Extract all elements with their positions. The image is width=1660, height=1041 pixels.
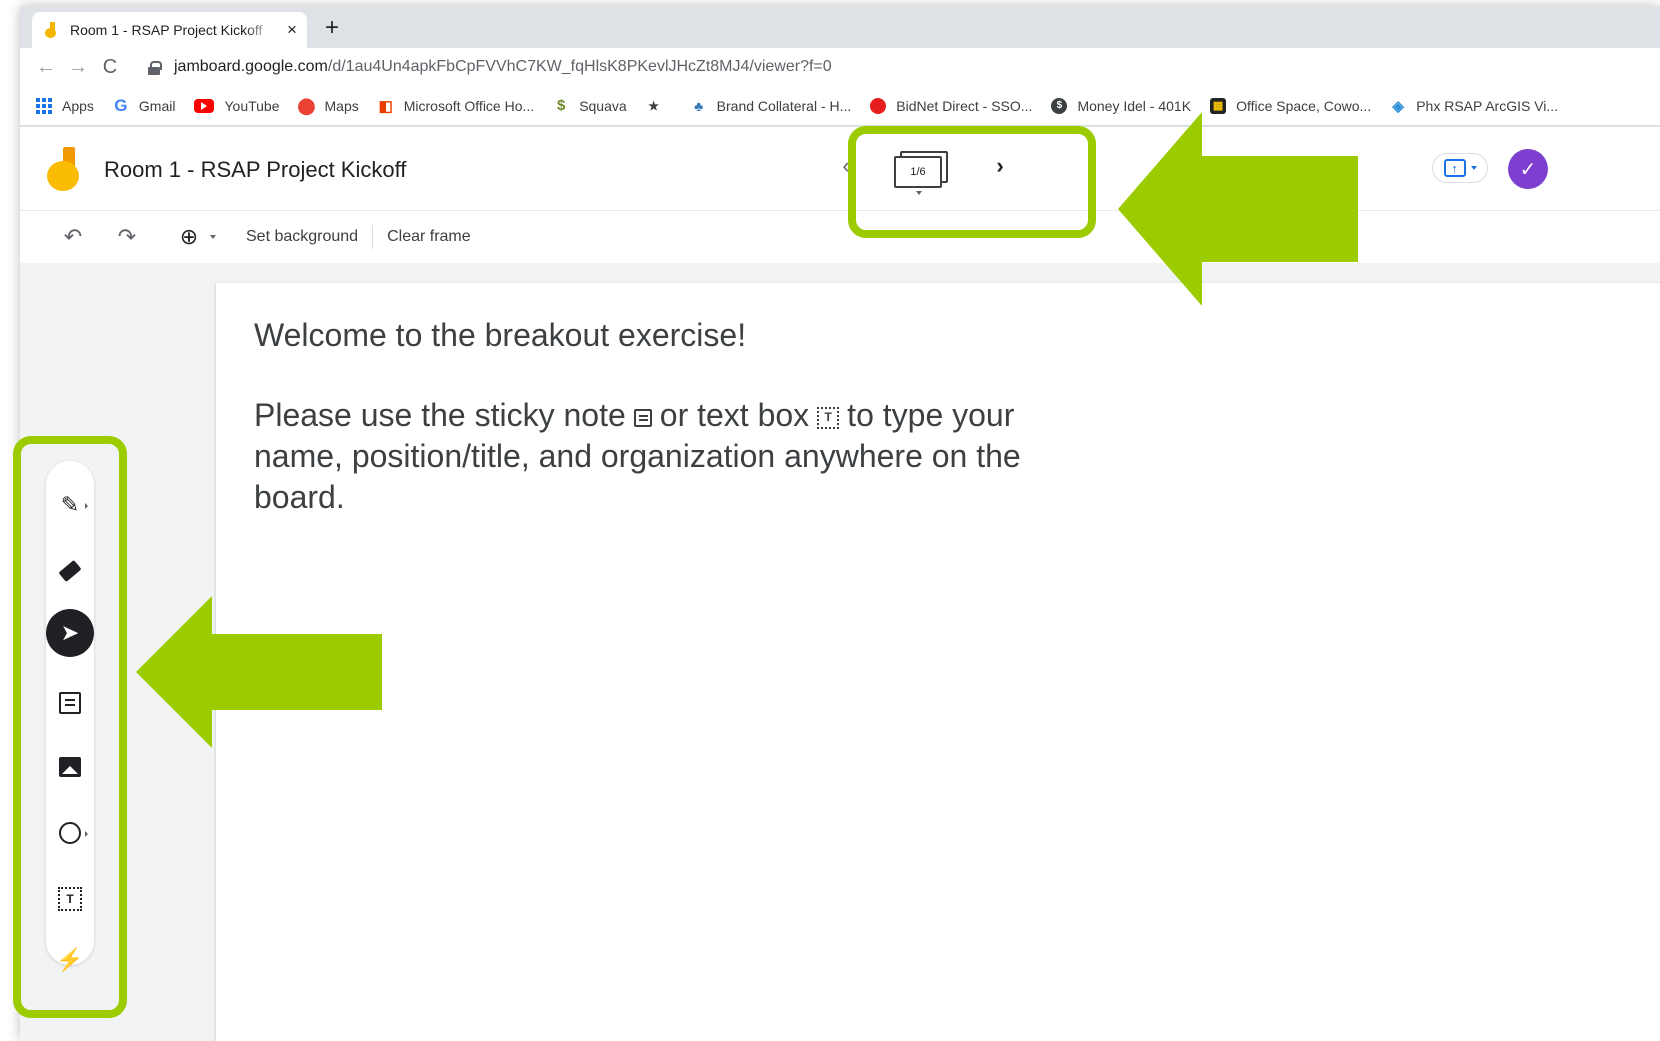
squava-icon: $ <box>557 97 566 114</box>
bookmark-bidnet[interactable]: BidNet Direct - SSO... <box>870 97 1033 114</box>
bookmark-brand-collateral[interactable]: ♣ Brand Collateral - H... <box>691 97 852 114</box>
chevron-down-icon <box>1470 166 1477 170</box>
bookmark-gmail[interactable]: G Gmail <box>113 95 176 115</box>
text-box-icon: T <box>817 406 840 429</box>
zoom-dropdown-icon[interactable] <box>210 235 216 239</box>
jam-title[interactable]: Room 1 - RSAP Project Kickoff <box>104 157 406 183</box>
address-bar[interactable]: jamboard.google.com/d/1au4Un4apkFbCpFVVh… <box>134 52 1650 82</box>
url-host: jamboard.google.com <box>174 58 328 75</box>
forward-button[interactable]: → <box>62 56 94 79</box>
bookmark-youtube[interactable]: YouTube <box>194 97 280 114</box>
office-icon: ◧ <box>378 97 393 115</box>
bookmark-label: Microsoft Office Ho... <box>403 97 535 114</box>
bookmark-label: Squava <box>579 97 627 114</box>
jamboard-header: Room 1 - RSAP Project Kickoff ‹ 1/6 › ↑ … <box>20 127 1660 211</box>
jamboard-logo-icon[interactable] <box>47 147 81 193</box>
apps-grid-icon <box>36 97 52 114</box>
upload-icon: ↑ <box>1443 159 1466 177</box>
instructions-part-1: Please use the sticky note <box>254 397 626 433</box>
jam-frame[interactable]: Welcome to the breakout exercise! Please… <box>216 283 1660 1041</box>
share-button[interactable]: ↑ <box>1432 153 1488 183</box>
undo-icon[interactable]: ↶ <box>58 224 88 250</box>
bookmarks-bar: Apps G Gmail YouTube ⬤ Maps ◧ Microsoft … <box>20 86 1660 126</box>
redo-icon[interactable]: ↷ <box>112 224 142 250</box>
screenshot: Room 1 - RSAP Project Kickoff × + ← → C … <box>0 0 1660 1041</box>
bookmark-arcgis[interactable]: ◈ Phx RSAP ArcGIS Vi... <box>1390 97 1559 115</box>
lock-icon[interactable] <box>148 60 162 75</box>
arcgis-icon: ◈ <box>1392 97 1404 115</box>
bookmark-label: Apps <box>62 97 94 114</box>
clear-frame-button[interactable]: Clear frame <box>387 228 471 246</box>
bookmark-squava[interactable]: $ Squava <box>553 97 627 114</box>
bookmark-label: YouTube <box>224 97 280 114</box>
bookmark-office[interactable]: ◧ Microsoft Office Ho... <box>378 97 535 115</box>
bookmark-label: Maps <box>324 97 359 114</box>
bookmark-star[interactable]: ★ <box>646 98 672 114</box>
arrow-left-icon <box>136 596 382 748</box>
avatar[interactable]: ✓ <box>1508 149 1548 189</box>
toolbar-divider <box>372 225 374 249</box>
url-text[interactable]: jamboard.google.com/d/1au4Un4apkFbCpFVVh… <box>174 58 832 76</box>
bookmark-label: Gmail <box>138 97 176 114</box>
bookmark-label: Brand Collateral - H... <box>716 97 852 114</box>
zoom-icon[interactable]: ⊕ <box>174 224 204 250</box>
bookmark-maps[interactable]: ⬤ Maps <box>297 97 359 115</box>
url-path: /d/1au4Un4apkFbCpFVVhC7KW_fqHlsK8PKevlJH… <box>327 58 832 75</box>
browser-tab[interactable]: Room 1 - RSAP Project Kickoff × <box>32 12 307 48</box>
bookmark-label: Phx RSAP ArcGIS Vi... <box>1416 97 1559 114</box>
browser-toolbar: ← → C jamboard.google.com/d/1au4Un4apkFb… <box>20 48 1660 86</box>
action-bar: ↶ ↷ ⊕ Set background Clear frame <box>20 211 1660 263</box>
instructions-part-2: or text box <box>659 397 810 433</box>
reload-button[interactable]: C <box>94 56 126 79</box>
money-icon: $ <box>1051 97 1068 114</box>
bidnet-icon <box>870 97 887 114</box>
google-icon: G <box>114 95 128 115</box>
tool-rail-highlight-box <box>13 436 127 1018</box>
close-tab-icon[interactable]: × <box>283 20 301 40</box>
arrow-left-icon <box>1118 112 1358 306</box>
tab-strip: Room 1 - RSAP Project Kickoff × + <box>20 6 1660 48</box>
bookmark-apps[interactable]: Apps <box>36 97 94 114</box>
back-button[interactable]: ← <box>30 56 62 79</box>
sticky-note-icon <box>633 408 652 427</box>
instructions-text: Please use the sticky note or text box Tto… <box>254 395 1094 518</box>
jamboard-favicon-icon <box>44 22 60 38</box>
bookmark-star-icon: ★ <box>648 98 660 113</box>
welcome-text: Welcome to the breakout exercise! <box>254 317 747 353</box>
bookmark-label: BidNet Direct - SSO... <box>896 97 1033 114</box>
frame-nav-highlight-box <box>848 126 1096 238</box>
youtube-icon <box>194 98 215 113</box>
new-tab-button[interactable]: + <box>325 16 339 40</box>
maps-pin-icon: ⬤ <box>297 97 316 115</box>
brand-icon: ♣ <box>694 97 704 114</box>
tab-title: Room 1 - RSAP Project Kickoff <box>70 22 263 38</box>
set-background-button[interactable]: Set background <box>246 228 358 246</box>
browser-window: Room 1 - RSAP Project Kickoff × + ← → C … <box>20 6 1660 1041</box>
